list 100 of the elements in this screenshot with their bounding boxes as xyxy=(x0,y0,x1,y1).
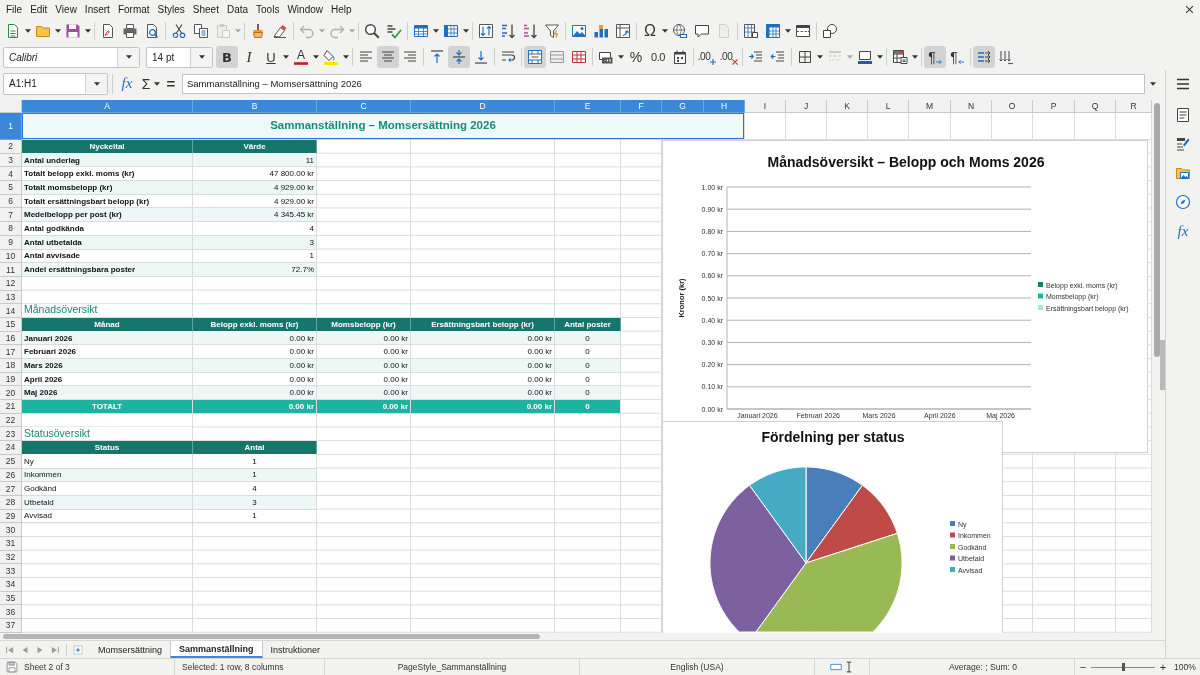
row-header[interactable]: 27 xyxy=(0,482,22,496)
caret-down-icon[interactable] xyxy=(198,55,205,59)
caret-down-icon[interactable] xyxy=(817,55,823,59)
column-header[interactable]: R xyxy=(1116,100,1152,113)
caret-down-icon[interactable] xyxy=(463,29,469,33)
left-to-right-button[interactable]: ¶ xyxy=(924,46,946,68)
column-header[interactable]: K xyxy=(827,100,868,113)
dropdown-button[interactable] xyxy=(85,74,107,93)
bold-button[interactable]: B xyxy=(216,46,238,68)
row-header[interactable]: 18 xyxy=(0,359,22,373)
caret-down-icon[interactable] xyxy=(433,29,439,33)
caret-down-icon[interactable] xyxy=(343,55,349,59)
row-header[interactable]: 11 xyxy=(0,263,22,277)
column-header[interactable]: C xyxy=(317,100,411,113)
column-header[interactable]: M xyxy=(909,100,951,113)
menu-item[interactable]: Edit xyxy=(26,3,52,15)
row-header[interactable]: 7 xyxy=(0,208,22,223)
row-header[interactable]: 37 xyxy=(0,619,22,633)
row-header[interactable]: 2 xyxy=(0,140,22,154)
font-name-field[interactable]: Calibri xyxy=(3,46,140,68)
dropdown-button[interactable] xyxy=(117,47,139,67)
functions-button[interactable]: fx xyxy=(1172,220,1194,242)
caret-down-icon[interactable] xyxy=(877,55,883,59)
caret-down-icon[interactable] xyxy=(313,55,319,59)
column-header[interactable]: O xyxy=(992,100,1033,113)
align-middle-button[interactable] xyxy=(448,46,470,68)
row-header[interactable]: 30 xyxy=(0,523,22,537)
menu-item[interactable]: View xyxy=(51,3,81,15)
column-header[interactable]: Q xyxy=(1075,100,1116,113)
dropdown-button[interactable] xyxy=(190,47,212,67)
menu-item[interactable]: Sheet xyxy=(188,3,223,15)
column-header[interactable]: F xyxy=(621,100,662,113)
menu-item[interactable]: Help xyxy=(327,3,356,15)
row-header[interactable]: 17 xyxy=(0,345,22,359)
row-header[interactable]: 8 xyxy=(0,222,22,236)
text-left-to-right-button[interactable] xyxy=(973,46,995,68)
menu-item[interactable]: Insert xyxy=(80,3,114,15)
sum-button[interactable]: Σ xyxy=(139,75,153,92)
menu-item[interactable]: Window xyxy=(283,3,327,15)
caret-down-icon[interactable] xyxy=(662,29,668,33)
column-header[interactable]: J xyxy=(786,100,827,113)
row-header[interactable]: 5 xyxy=(0,181,22,195)
caret-down-icon[interactable] xyxy=(93,81,100,86)
menu-item[interactable]: Data xyxy=(222,3,253,15)
column-header[interactable]: I xyxy=(745,100,786,113)
function-wizard-button[interactable]: fx xyxy=(117,75,137,92)
add-decimal-button[interactable]: .00 xyxy=(696,46,718,68)
row-header[interactable]: 4 xyxy=(0,167,22,182)
spreadsheet-grid[interactable] xyxy=(0,100,1152,633)
menu-item[interactable]: Styles xyxy=(153,3,189,15)
delete-decimal-button[interactable]: .00 xyxy=(718,46,740,68)
row-header[interactable]: 14 xyxy=(0,304,22,318)
row-header[interactable]: 1 xyxy=(0,113,22,140)
scrollbar-thumb[interactable] xyxy=(1154,103,1160,357)
menu-item[interactable]: Format xyxy=(113,3,154,15)
percent-button[interactable]: % xyxy=(625,46,647,68)
column-header[interactable]: N xyxy=(951,100,992,113)
column-header[interactable]: E xyxy=(555,100,621,113)
italic-button[interactable]: I xyxy=(238,46,260,68)
zoom-in-button[interactable]: + xyxy=(1157,661,1169,673)
sheet-tab[interactable]: Sammanställning xyxy=(170,641,263,658)
underline-button[interactable]: U xyxy=(260,46,282,68)
row-header[interactable]: 20 xyxy=(0,386,22,401)
row-header[interactable]: 33 xyxy=(0,564,22,578)
sheet-tab[interactable]: Instruktioner xyxy=(262,641,329,658)
caret-down-icon[interactable] xyxy=(125,55,132,59)
menu-item[interactable]: File xyxy=(2,3,27,15)
right-to-left-button[interactable]: ¶ xyxy=(946,46,968,68)
row-header[interactable]: 34 xyxy=(0,578,22,592)
caret-down-icon[interactable] xyxy=(1150,81,1156,86)
row-header[interactable]: 36 xyxy=(0,605,22,620)
column-header[interactable]: B xyxy=(193,100,317,113)
caret-down-icon[interactable] xyxy=(85,29,91,33)
column-header[interactable]: G xyxy=(662,100,704,113)
scrollbar-thumb[interactable] xyxy=(3,634,540,639)
caret-down-icon[interactable] xyxy=(618,55,624,59)
special-character-button[interactable]: Ω xyxy=(639,20,661,42)
name-box[interactable]: A1:H1 xyxy=(3,72,108,95)
caret-down-icon[interactable] xyxy=(912,55,918,59)
sheet-tab[interactable]: Momsersättning xyxy=(90,641,171,658)
caret-down-icon[interactable] xyxy=(25,29,31,33)
caret-down-icon[interactable] xyxy=(283,55,289,59)
column-header[interactable]: A xyxy=(22,100,193,113)
column-header[interactable]: D xyxy=(411,100,555,113)
font-size-field[interactable]: 14 pt xyxy=(146,46,213,68)
caret-down-icon[interactable] xyxy=(55,29,61,33)
column-header[interactable]: L xyxy=(868,100,909,113)
formula-button[interactable]: = xyxy=(164,75,178,92)
zoom-out-button[interactable]: − xyxy=(1077,661,1089,673)
merge-center-button[interactable] xyxy=(524,46,546,68)
caret-down-icon[interactable] xyxy=(785,29,791,33)
menu-item[interactable]: Tools xyxy=(252,3,284,15)
column-header[interactable]: H xyxy=(704,100,745,113)
row-header[interactable]: 21 xyxy=(0,400,22,414)
sidebar-collapse-handle[interactable] xyxy=(1160,340,1165,390)
formula-input[interactable]: Sammanställning – Momsersättning 2026 xyxy=(182,73,1145,94)
zoom-slider-thumb[interactable] xyxy=(1121,663,1125,671)
caret-down-icon[interactable] xyxy=(154,81,160,86)
column-header[interactable]: P xyxy=(1033,100,1075,113)
row-header[interactable]: 23 xyxy=(0,427,22,442)
